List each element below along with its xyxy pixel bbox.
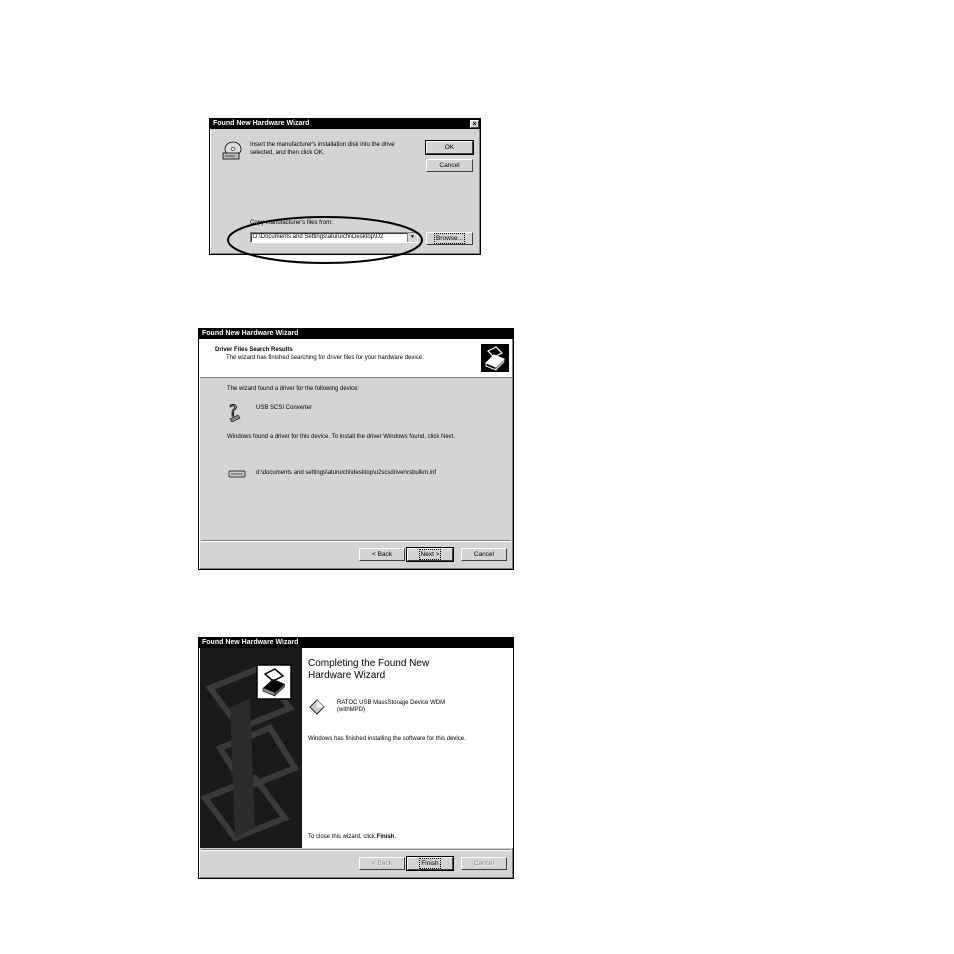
insert-disk-message-line2: selected, and then click OK. — [250, 150, 325, 156]
header-subtitle: The wizard has finished searching for dr… — [226, 355, 424, 361]
device-name: USB SCSI Converter — [256, 405, 313, 411]
close-button[interactable]: × — [470, 120, 479, 128]
device-name-line2: (withMPD) — [337, 707, 365, 713]
completing-wizard-dialog: Found New Hardware Wizard Completing the… — [198, 637, 514, 879]
back-button[interactable]: < Back — [359, 548, 405, 561]
button-separator — [201, 540, 511, 542]
completing-heading-line1: Completing the Found New — [308, 658, 430, 669]
disk-drive-icon — [222, 141, 242, 160]
dialog-title: Found New Hardware Wizard — [202, 639, 299, 646]
hardware-wizard-icon — [481, 344, 509, 372]
finished-installing-text: Windows has finished installing the soft… — [308, 736, 466, 742]
unknown-device-icon: ? — [229, 401, 241, 423]
wizard-header: Driver Files Search Results The wizard h… — [200, 339, 512, 378]
cancel-button[interactable]: Cancel — [426, 159, 473, 172]
wizard-content-panel: Completing the Found New Hardware Wizard… — [302, 648, 513, 848]
driver-file-path: d:\documents and settings\aturuichi\desk… — [256, 470, 437, 476]
finish-button[interactable]: Finish — [406, 856, 454, 871]
header-title: Driver Files Search Results — [215, 347, 293, 353]
install-info-text: Windows found a driver for this device. … — [227, 434, 455, 440]
browse-button[interactable]: Browse... — [426, 232, 473, 245]
cancel-button[interactable]: Cancel — [461, 548, 507, 561]
ok-button[interactable]: OK — [425, 140, 474, 155]
completing-heading-line2: Hardware Wizard — [308, 670, 386, 681]
dialog-title: Found New Hardware Wizard — [202, 330, 299, 337]
dialog-title-bar: Found New Hardware Wizard — [199, 638, 513, 648]
dialog-title: Found New Hardware Wizard — [213, 120, 310, 127]
dialog-title-bar: Found New Hardware Wizard — [199, 329, 513, 339]
highlight-ellipse — [227, 216, 423, 264]
dialog-title-bar: Found New Hardware Wizard × — [210, 119, 480, 129]
cancel-button[interactable]: Cancel — [461, 857, 507, 870]
insert-disk-message-line1: Insert the manufacturer's installation d… — [250, 142, 395, 148]
device-name-line1: RATOC USB MassStorage Device WDM — [337, 700, 446, 706]
found-driver-text: The wizard found a driver for the follow… — [227, 386, 360, 392]
back-button[interactable]: < Back — [359, 857, 405, 870]
device-diamond-icon — [309, 699, 325, 715]
driver-file-icon — [228, 470, 246, 478]
button-separator — [201, 849, 511, 851]
driver-search-results-dialog: Found New Hardware Wizard Driver Files S… — [198, 328, 514, 570]
next-button[interactable]: Next > — [406, 547, 454, 562]
close-wizard-instruction: To close this wizard, click Finish. — [308, 834, 397, 840]
hardware-wizard-icon — [256, 664, 292, 700]
